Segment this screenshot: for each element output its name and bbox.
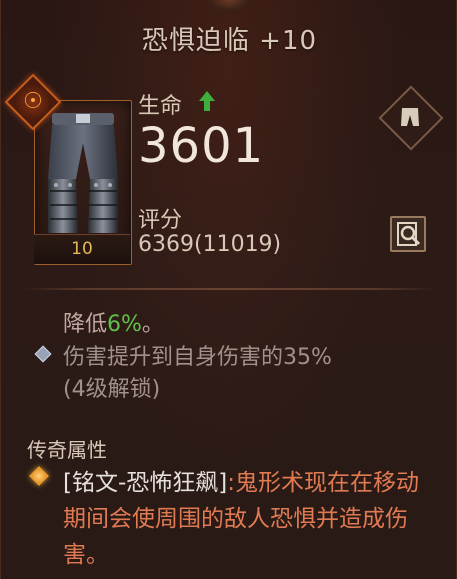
pants-slot-icon <box>401 108 419 126</box>
reduce-percent: 6% <box>107 312 142 337</box>
primary-stat-label: 生命 <box>138 94 183 119</box>
legendary-pants-image <box>48 113 118 233</box>
locked-effect-unlock-note: (4级解锁) <box>63 377 161 402</box>
locked-effect-line: 伤害提升到自身伤害的35% <box>63 345 332 370</box>
silver-diamond-icon <box>34 345 52 363</box>
section-divider <box>23 288 436 290</box>
score-label: 评分 <box>138 208 183 233</box>
reduce-prefix: 降低 <box>63 312 108 337</box>
rune-icon: ☉ <box>23 89 43 114</box>
legendary-heading: 传奇属性 <box>27 438 107 462</box>
up-arrow-icon <box>199 91 215 111</box>
magnifier-compare-icon <box>397 222 421 246</box>
reduce-suffix: 。 <box>141 312 164 337</box>
reduce-effect-line: 降低6%。 <box>63 306 164 338</box>
primary-stat-value: 3601 <box>138 118 265 174</box>
item-level-badge: 10 <box>34 234 130 264</box>
top-ornament <box>207 0 251 12</box>
score-value: 6369(11019) <box>138 232 282 257</box>
item-tooltip-panel: 恐惧迫临 +10 10 ☉ 生命 3601 评分 6369(11019) 降低6… <box>0 0 457 579</box>
compare-button[interactable] <box>390 216 426 252</box>
legendary-name: [铭文-恐怖狂飙] <box>63 470 228 496</box>
gold-diamond-icon <box>29 466 49 486</box>
item-title: 恐惧迫临 +10 <box>141 26 318 56</box>
legendary-effect-text: [铭文-恐怖狂飙]:鬼形术现在在移动期间会使周围的敌人恐惧并造成伤害。 <box>63 465 433 573</box>
